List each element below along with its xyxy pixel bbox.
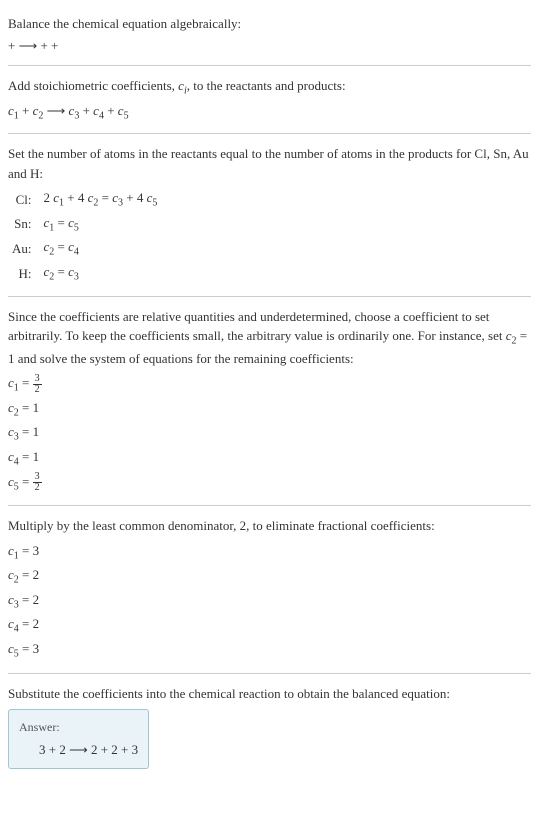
substitute-title: Substitute the coefficients into the che… [8, 684, 531, 704]
list-item: c3 = 1 [8, 421, 531, 446]
op: + 4 [64, 190, 88, 205]
op: = [19, 641, 33, 656]
table-row: Sn: c1 = c5 [8, 212, 161, 237]
divider [8, 505, 531, 506]
op: = [98, 190, 112, 205]
op: + 4 [123, 190, 147, 205]
table-row: Cl: 2 c1 + 4 c2 = c3 + 4 c5 [8, 187, 161, 212]
atom-eq: 2 c1 + 4 c2 = c3 + 4 c5 [40, 187, 162, 212]
stoich-title: Add stoichiometric coefficients, ci, to … [8, 76, 531, 99]
solve-title: Since the coefficients are relative quan… [8, 307, 531, 369]
list-item: c5 = 32 [8, 471, 531, 496]
coeff-solution-list: c1 = 32 c2 = 1 c3 = 1 c4 = 1 c5 = 32 [8, 372, 531, 495]
list-item: c5 = 3 [8, 638, 531, 663]
coeff-num: 2 [44, 190, 54, 205]
coeff-sub: 5 [124, 110, 129, 121]
op: = [54, 264, 68, 279]
list-item: c4 = 2 [8, 613, 531, 638]
section-substitute: Substitute the coefficients into the che… [8, 678, 531, 775]
frac-den: 2 [33, 385, 42, 395]
op: = [19, 449, 33, 464]
element-label: Sn: [8, 212, 40, 237]
section-multiply: Multiply by the least common denominator… [8, 510, 531, 668]
stoich-title-pt1: Add stoichiometric coefficients, [8, 78, 178, 93]
element-label: Cl: [8, 187, 40, 212]
atom-equations-table: Cl: 2 c1 + 4 c2 = c3 + 4 c5 Sn: c1 = c5 … [8, 187, 161, 285]
answer-equation: 3 + 2 ⟶ 2 + 2 + 3 [19, 740, 138, 760]
atom-eq: c2 = c4 [40, 236, 162, 261]
op: = [19, 400, 33, 415]
coeff-sub: 5 [152, 198, 157, 209]
list-item: c1 = 32 [8, 372, 531, 397]
section-stoichiometric: Add stoichiometric coefficients, ci, to … [8, 70, 531, 129]
element-label: Au: [8, 236, 40, 261]
list-item: c3 = 2 [8, 589, 531, 614]
balance-equation: + ⟶ + + [8, 36, 531, 56]
coeff-val: 1 [33, 449, 40, 464]
section-solve: Since the coefficients are relative quan… [8, 301, 531, 502]
op: = [19, 616, 33, 631]
answer-label: Answer: [19, 718, 138, 736]
op: = [19, 375, 33, 390]
element-label: H: [8, 261, 40, 286]
solve-title-pt1: Since the coefficients are relative quan… [8, 309, 506, 344]
op: = [19, 543, 33, 558]
balance-title: Balance the chemical equation algebraica… [8, 14, 531, 34]
coeff-val: 2 [33, 616, 40, 631]
list-item: c1 = 3 [8, 540, 531, 565]
answer-box: Answer: 3 + 2 ⟶ 2 + 2 + 3 [8, 709, 149, 769]
fraction: 32 [33, 472, 42, 493]
divider [8, 296, 531, 297]
op: = [19, 424, 33, 439]
section-balance: Balance the chemical equation algebraica… [8, 8, 531, 61]
multiply-title: Multiply by the least common denominator… [8, 516, 531, 536]
coeff-val: 1 [33, 424, 40, 439]
op: = [54, 239, 68, 254]
coeff-val: 1 [33, 400, 40, 415]
arrow: ⟶ [43, 103, 68, 118]
coeff-val: 2 [33, 592, 40, 607]
coeff-val: 2 [33, 567, 40, 582]
op: = [19, 474, 33, 489]
list-item: c2 = 2 [8, 564, 531, 589]
divider [8, 673, 531, 674]
atom-eq: c1 = c5 [40, 212, 162, 237]
coeff-sub: 4 [74, 247, 79, 258]
table-row: Au: c2 = c4 [8, 236, 161, 261]
coeff-val: 3 [33, 543, 40, 558]
list-item: c4 = 1 [8, 446, 531, 471]
plus: + [104, 103, 118, 118]
plus: + [79, 103, 93, 118]
fraction: 32 [33, 374, 42, 395]
coeff-val: 3 [33, 641, 40, 656]
op: = [54, 215, 68, 230]
coeff-sub: 3 [74, 272, 79, 283]
list-item: c2 = 1 [8, 397, 531, 422]
op: = [19, 592, 33, 607]
stoich-equation: c1 + c2 ⟶ c3 + c4 + c5 [8, 101, 531, 124]
stoich-title-pt2: , to the reactants and products: [187, 78, 346, 93]
divider [8, 133, 531, 134]
op: = [19, 567, 33, 582]
frac-den: 2 [33, 483, 42, 493]
coeff-sub: 5 [74, 222, 79, 233]
atom-eq: c2 = c3 [40, 261, 162, 286]
atoms-title: Set the number of atoms in the reactants… [8, 144, 531, 183]
coeff-integer-list: c1 = 3 c2 = 2 c3 = 2 c4 = 2 c5 = 3 [8, 540, 531, 663]
divider [8, 65, 531, 66]
section-atoms: Set the number of atoms in the reactants… [8, 138, 531, 291]
plus: + [19, 103, 33, 118]
table-row: H: c2 = c3 [8, 261, 161, 286]
